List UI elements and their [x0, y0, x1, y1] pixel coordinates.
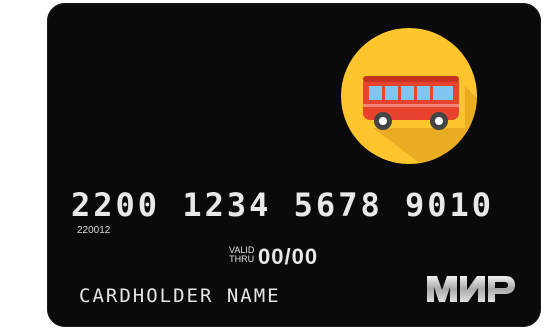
mir-logo: [427, 276, 515, 302]
expiry-date: 00/00: [258, 244, 319, 269]
bus-icon: [341, 28, 477, 164]
thru-label: THRU: [229, 254, 255, 264]
bank-card: 2200 1234 5678 9010 220012 VALID THRU 00…: [47, 3, 541, 327]
card-bin: 220012: [77, 225, 111, 236]
valid-thru-label: VALID THRU: [229, 246, 254, 264]
card-number: 2200 1234 5678 9010: [71, 186, 495, 224]
cardholder-name: CARDHOLDER NAME: [79, 285, 281, 307]
